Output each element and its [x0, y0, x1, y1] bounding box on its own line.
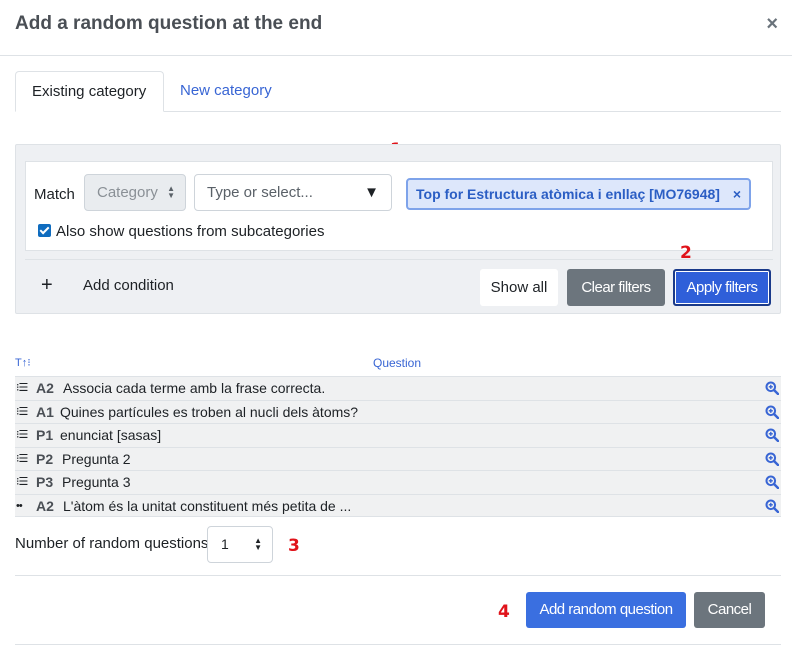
sort-arrows-icon: ▲ ▼ — [254, 536, 262, 553]
zoom-preview-icon[interactable] — [765, 452, 779, 466]
category-select[interactable]: Category ▲ ▼ — [84, 174, 186, 211]
sort-arrows-icon: ▲ ▼ — [167, 184, 175, 201]
annotation-2: 2 — [680, 243, 692, 263]
category-tabs: Existing category New category — [15, 71, 781, 112]
table-row: •• A2 L'àtom és la unitat constituent més … — [15, 493, 781, 517]
question-text: Pregunta 2 — [62, 450, 131, 467]
subcategories-label: Also show questions from subcategories — [56, 223, 325, 240]
question-text: Associa cada terme amb la frase correcta… — [63, 380, 326, 396]
question-name: A1 — [36, 403, 54, 420]
selected-category-chip[interactable]: Top for Estructura atòmica i enllaç [MO7… — [406, 178, 751, 210]
table-row: ⁝☰ P1 enunciat [sasas] — [15, 423, 781, 447]
remove-chip-icon[interactable]: × — [733, 180, 741, 208]
table-row: ⁝☰ A1 Quines partícules es troben al nucli… — [15, 399, 781, 423]
subcategories-checkbox[interactable] — [38, 224, 51, 237]
show-all-button[interactable]: Show all — [480, 269, 558, 306]
question-name: A2 — [36, 380, 54, 396]
annotation-4: 4 — [498, 602, 510, 622]
question-type-icon: ⁝☰ — [16, 429, 28, 441]
table-row: ⁝☰ A2 Associa cada terme amb la frase corr… — [15, 376, 781, 400]
questions-table: ⁝☰ A2 Associa cada terme amb la frase corr… — [15, 376, 781, 517]
sort-by-type-link[interactable]: T↑⁝ — [15, 356, 31, 369]
question-text: enunciat [sasas] — [60, 427, 162, 443]
divider — [15, 644, 781, 645]
add-condition-button[interactable]: Add condition — [83, 277, 174, 294]
annotation-3: 3 — [288, 536, 300, 556]
question-name: P3 — [36, 474, 54, 490]
dropdown-arrow-icon[interactable]: ▼ — [364, 175, 379, 210]
question-text: Pregunta 3 — [62, 474, 131, 490]
question-type-icon: ⁝☰ — [16, 476, 28, 488]
number-of-random-questions-label: Number of random questions — [15, 535, 209, 552]
question-name: P1 — [36, 427, 54, 443]
table-row: ⁝☰ P3 Pregunta 3 — [15, 470, 781, 494]
number-value: 1 — [221, 536, 229, 552]
question-text: L'àtom és la unitat constituent més peti… — [63, 497, 352, 514]
category-search-input[interactable]: Type or select... ▼ — [194, 174, 392, 211]
divider — [15, 575, 781, 576]
question-text: Quines partícules es troben al nucli del… — [60, 403, 359, 420]
dialog-header: Add a random question at the end × — [0, 0, 792, 56]
tab-new-category[interactable]: New category — [164, 71, 288, 112]
category-search-placeholder: Type or select... — [207, 184, 313, 201]
question-type-icon: •• — [16, 499, 23, 512]
zoom-preview-icon[interactable] — [765, 381, 779, 395]
question-name: A2 — [36, 497, 54, 514]
category-select-label: Category — [97, 184, 158, 201]
add-random-question-button[interactable]: Add random question — [526, 592, 686, 628]
filter-condition: Match Category ▲ ▼ Type or select... ▼ To… — [25, 161, 773, 251]
question-column-header[interactable]: Question — [373, 356, 421, 370]
plus-icon[interactable]: + — [41, 274, 53, 296]
question-name: P2 — [36, 450, 54, 467]
filter-action-bar: + Add condition Show all Clear filters A… — [25, 259, 773, 313]
question-type-icon: ⁝☰ — [16, 452, 28, 465]
subcategories-option[interactable]: Also show questions from subcategories — [38, 223, 324, 240]
number-of-random-questions-select[interactable]: 1 ▲ ▼ — [207, 526, 273, 563]
zoom-preview-icon[interactable] — [765, 499, 779, 513]
filter-panel: Match Category ▲ ▼ Type or select... ▼ To… — [15, 144, 781, 314]
zoom-preview-icon[interactable] — [765, 405, 779, 419]
dialog-title: Add a random question at the end — [15, 13, 323, 34]
questions-table-header: T↑⁝ Question — [15, 354, 781, 376]
zoom-preview-icon[interactable] — [765, 475, 779, 489]
tab-existing-category[interactable]: Existing category — [15, 71, 164, 112]
close-icon[interactable]: × — [766, 12, 778, 36]
apply-filters-button[interactable]: Apply filters — [673, 269, 771, 306]
table-row: ⁝☰ P2 Pregunta 2 — [15, 446, 781, 470]
zoom-preview-icon[interactable] — [765, 428, 779, 442]
clear-filters-button[interactable]: Clear filters — [567, 269, 665, 306]
cancel-button[interactable]: Cancel — [694, 592, 765, 628]
match-label: Match — [34, 186, 75, 203]
question-type-icon: ⁝☰ — [16, 405, 28, 418]
selected-category-label: Top for Estructura atòmica i enllaç [MO7… — [416, 186, 720, 202]
question-type-icon: ⁝☰ — [16, 382, 28, 394]
